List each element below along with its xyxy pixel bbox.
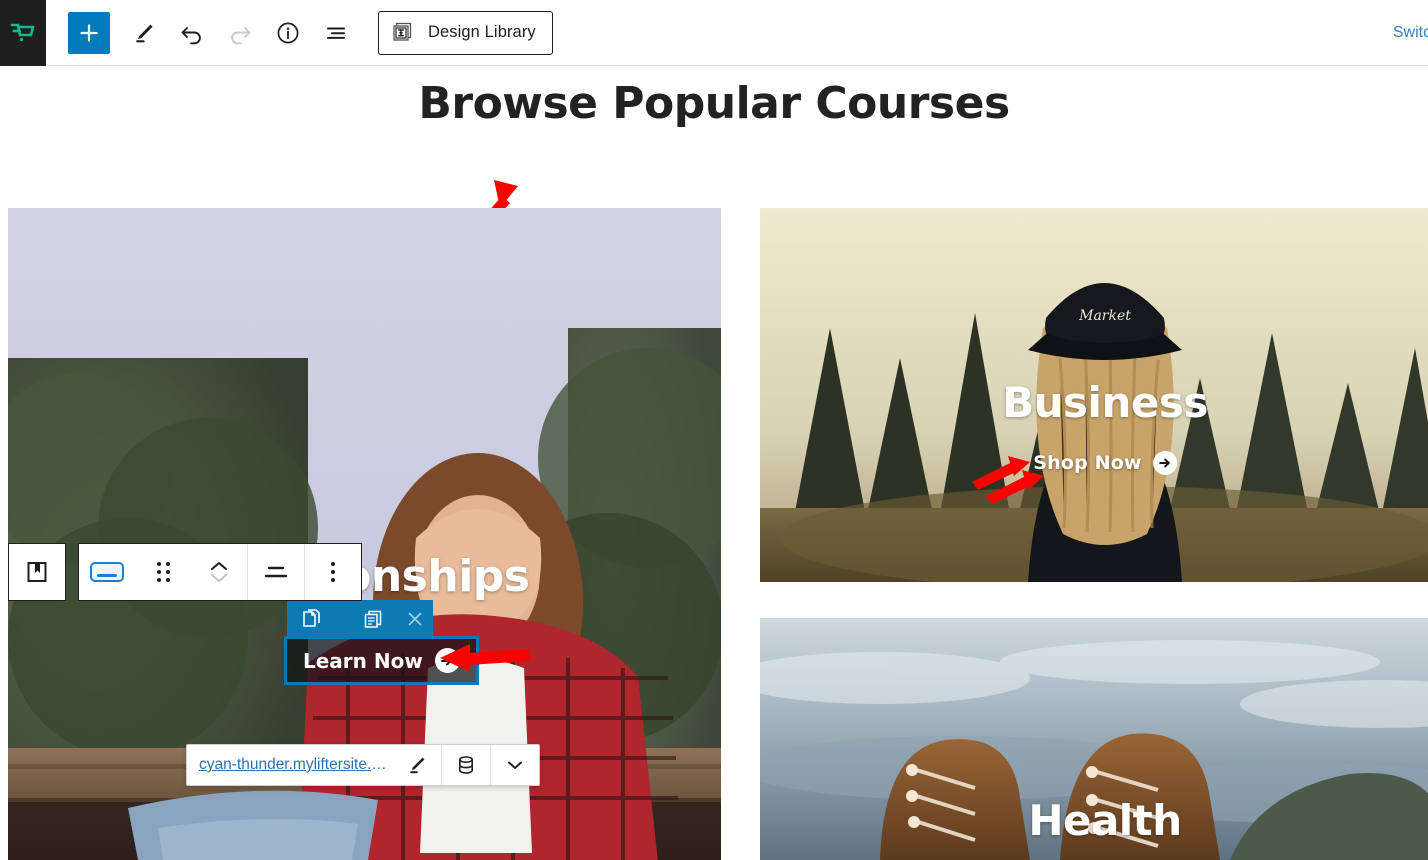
- block-type-button[interactable]: [9, 544, 65, 600]
- expand-link-settings-button[interactable]: [491, 745, 539, 785]
- vertical-dots-icon: [331, 562, 335, 582]
- page-title: Browse Popular Courses: [418, 78, 1010, 129]
- edit-link-button[interactable]: [393, 745, 441, 785]
- list-view-button[interactable]: [312, 9, 360, 57]
- close-x-icon: [407, 611, 423, 627]
- info-circle-icon: [275, 20, 301, 46]
- database-icon: [455, 754, 477, 776]
- add-block-button[interactable]: [68, 11, 110, 54]
- list-view-icon: [323, 20, 349, 46]
- chevron-up-down-icon: [210, 561, 228, 583]
- undo-button[interactable]: [168, 9, 216, 57]
- pencil-icon: [131, 20, 157, 46]
- pencil-icon: [406, 754, 428, 776]
- align-button[interactable]: [248, 544, 304, 600]
- card-business-cta[interactable]: Shop Now: [1033, 451, 1177, 475]
- edit-tool-button[interactable]: [120, 9, 168, 57]
- drag-dots-icon: [156, 562, 170, 582]
- switch-link[interactable]: Switch: [1393, 24, 1428, 42]
- chevron-down-icon: [505, 758, 525, 772]
- more-options-button[interactable]: [305, 544, 361, 600]
- shopping-cart-icon: [10, 20, 36, 46]
- button-style-selector[interactable]: [79, 544, 135, 600]
- bookmark-block-icon: [25, 560, 49, 584]
- close-button[interactable]: [397, 600, 433, 637]
- topbar-right-group: Switch: [1381, 24, 1428, 42]
- card-business-cta-label: Shop Now: [1033, 452, 1142, 474]
- design-library-label: Design Library: [428, 23, 536, 41]
- undo-arrow-icon: [178, 19, 206, 47]
- element-mini-toolbar: [287, 600, 433, 637]
- redo-arrow-icon: [226, 19, 254, 47]
- button-pill-icon: [90, 562, 124, 582]
- editor-canvas: Browse Popular Courses Relationships Mar…: [0, 66, 1428, 860]
- details-button[interactable]: [264, 9, 312, 57]
- svg-text:Market: Market: [1078, 308, 1131, 324]
- copy-pages-icon: [301, 608, 321, 629]
- card-business-title: Business: [1002, 378, 1208, 427]
- drag-handle[interactable]: [135, 544, 191, 600]
- plus-icon: [78, 22, 100, 44]
- card-business[interactable]: Market Business Shop Now: [760, 208, 1428, 582]
- block-toolbar: [8, 543, 362, 601]
- editor-tools: Design Library: [46, 9, 553, 57]
- card-relationships-cta[interactable]: Learn Now: [284, 636, 479, 685]
- design-library-button[interactable]: Design Library: [378, 10, 553, 55]
- align-center-icon: [263, 563, 289, 581]
- site-brand-button[interactable]: [0, 0, 46, 66]
- block-controls-segment: [78, 543, 362, 601]
- duplicate-icon: [364, 610, 382, 628]
- card-relationships-cta-label: Learn Now: [303, 648, 423, 673]
- card-health[interactable]: Health: [760, 618, 1428, 860]
- arrow-right-circle-icon: [1152, 451, 1177, 475]
- design-library-icon: [391, 20, 416, 45]
- card-health-title: Health: [1028, 796, 1182, 845]
- editor-top-bar: Design Library Switch: [0, 0, 1428, 66]
- dynamic-data-button[interactable]: [442, 745, 490, 785]
- move-updown-button[interactable]: [191, 544, 247, 600]
- copy-block-button[interactable]: [287, 600, 335, 637]
- arrow-right-circle-icon: [434, 648, 460, 673]
- block-type-segment: [8, 543, 66, 601]
- link-settings-popover: cyan-thunder.myliftersite.co…: [186, 744, 540, 786]
- duplicate-block-button[interactable]: [349, 600, 397, 637]
- link-url-text[interactable]: cyan-thunder.myliftersite.co…: [187, 756, 393, 774]
- redo-button[interactable]: [216, 9, 264, 57]
